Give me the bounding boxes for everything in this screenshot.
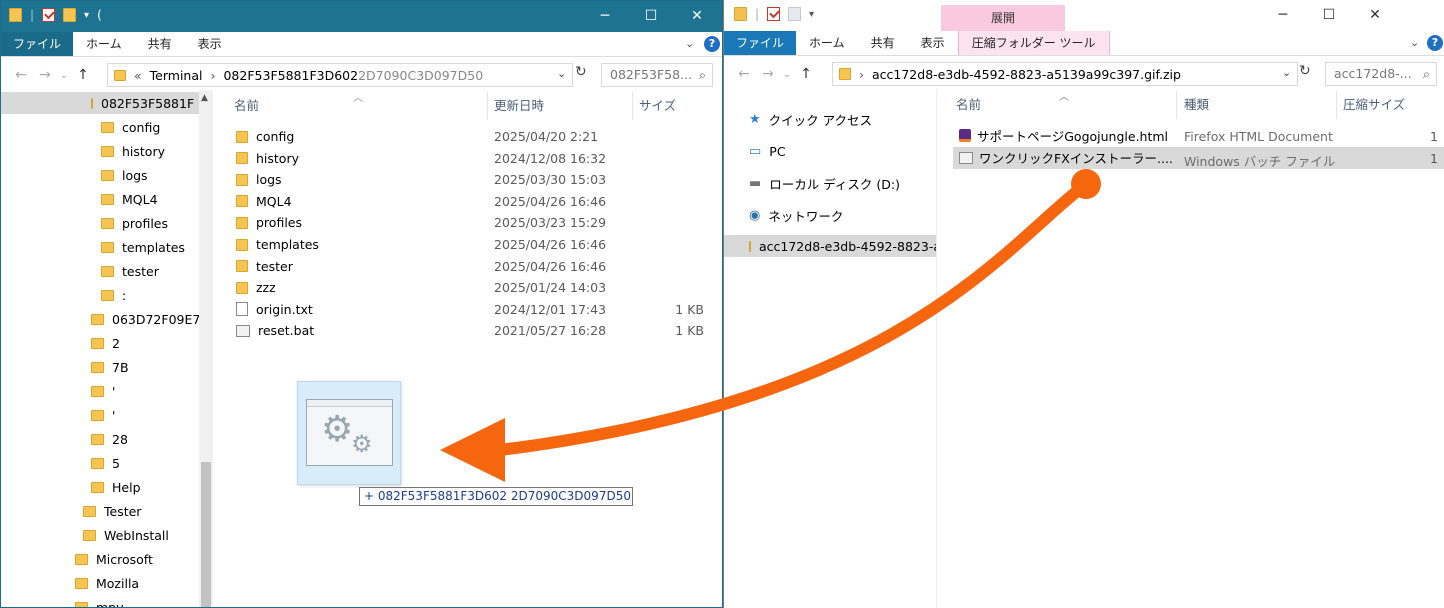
arrowhead <box>440 418 505 482</box>
drag-arrow-overlay <box>440 169 1101 482</box>
drag-path <box>494 178 1092 456</box>
drag-start-dot <box>1071 169 1101 199</box>
